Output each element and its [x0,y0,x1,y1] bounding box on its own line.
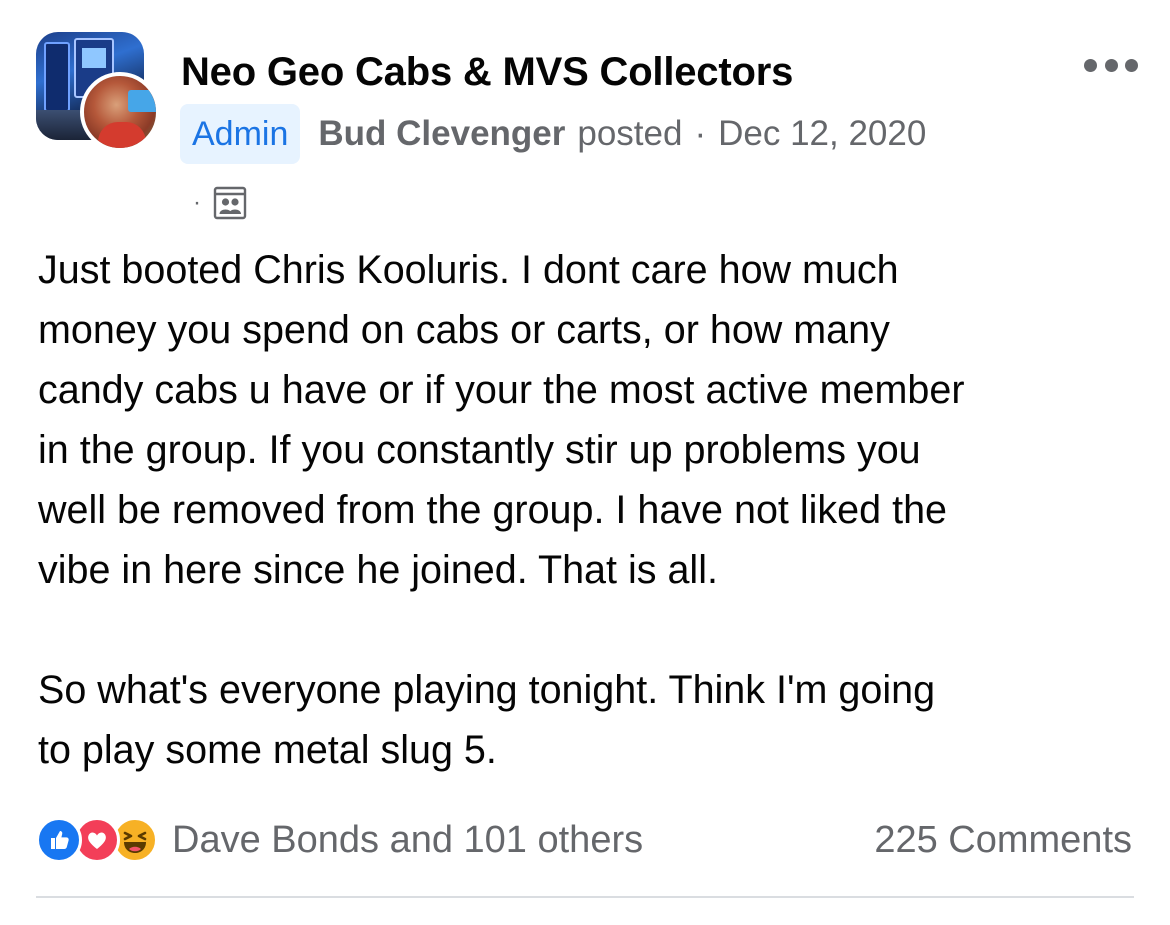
post-body: Just booted Chris Kooluris. I dont care … [38,240,1138,780]
like-reaction-icon [36,817,82,863]
post-meta: Admin Bud Clevenger posted · Dec 12, 202… [180,104,926,164]
footer-divider [36,896,1134,898]
arcade-cabinet-graphic [44,42,70,112]
group-name-link[interactable]: Neo Geo Cabs & MVS Collectors [181,50,793,95]
avatar-photo-detail [98,122,146,148]
post-date-link[interactable]: Dec 12, 2020 [718,114,926,154]
comments-count-link[interactable]: 225 Comments [874,813,1132,867]
cabinet-screen-graphic [82,48,106,68]
author-avatar[interactable] [80,72,160,152]
more-options-icon[interactable] [1084,54,1138,76]
more-dot [1125,58,1138,72]
reactions-summary[interactable]: Dave Bonds and 101 others [36,813,643,867]
post-action-text: posted [577,114,683,153]
more-dot [1084,58,1097,72]
post-paragraph: Just booted Chris Kooluris. I dont care … [38,248,965,592]
meta-separator: · [694,114,707,153]
avatar-photo-detail [128,90,156,112]
admin-badge[interactable]: Admin [180,104,301,164]
author-name-link[interactable]: Bud Clevenger [318,114,565,154]
post-paragraph: So what's everyone playing tonight. Thin… [38,668,936,772]
privacy-row: · [193,186,247,220]
privacy-separator: · [193,189,201,216]
reactors-text[interactable]: Dave Bonds and 101 others [172,819,643,862]
group-post: Neo Geo Cabs & MVS Collectors Admin Bud … [0,0,1170,925]
group-audience-icon[interactable] [213,186,247,220]
more-dot [1104,58,1118,72]
